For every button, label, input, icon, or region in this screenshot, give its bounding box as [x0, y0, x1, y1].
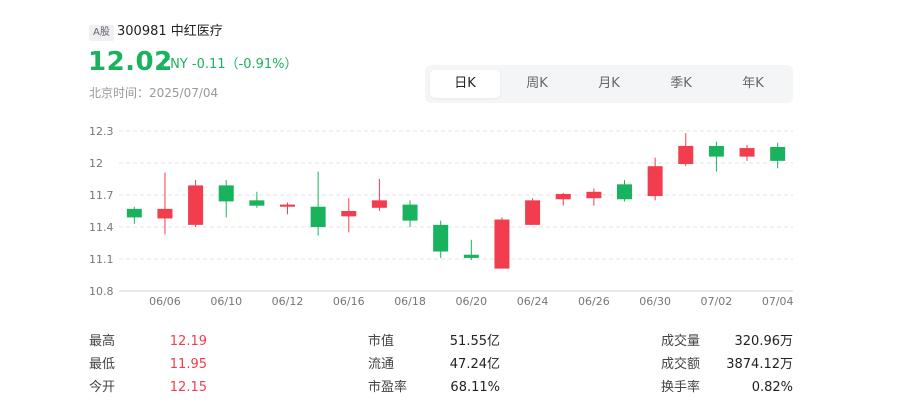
- stat-value: 68.11%: [450, 380, 500, 395]
- stat-volume: 成交量 320.96万: [661, 330, 793, 353]
- stat-value: 3874.12万: [726, 357, 793, 372]
- stat-label: 最低: [89, 357, 116, 372]
- x-tick-label: 06/24: [517, 295, 549, 308]
- stat-value: 0.82%: [751, 380, 793, 395]
- candle-body: [463, 254, 479, 258]
- x-tick-label: 06/06: [149, 295, 181, 308]
- tab-month[interactable]: 月K: [574, 70, 644, 98]
- y-tick-label: 12.3: [89, 125, 114, 138]
- stat-label: 成交额: [661, 357, 701, 372]
- stat-label: 最高: [89, 334, 116, 349]
- stat-turnover-rate: 换手率 0.82%: [661, 376, 793, 399]
- stat-value: 51.55亿: [449, 334, 500, 349]
- stat-label: 流通: [368, 357, 395, 372]
- candle-body: [617, 184, 632, 200]
- stat-value: 12.15: [169, 380, 207, 395]
- x-tick-label: 07/04: [762, 295, 794, 308]
- candle-body: [341, 211, 357, 217]
- stat-high: 最高 12.19: [89, 330, 207, 353]
- tab-day[interactable]: 日K: [430, 70, 500, 98]
- candle-body: [555, 193, 571, 200]
- candle-body: [525, 200, 541, 225]
- candle-body: [249, 200, 265, 206]
- candle-body: [126, 208, 142, 218]
- price-change: CNY -0.11（-0.91%）: [161, 57, 298, 72]
- tab-quarter[interactable]: 季K: [646, 70, 716, 98]
- candle-body: [280, 204, 295, 207]
- market-badge: A股: [89, 25, 114, 41]
- y-tick-label: 11.4: [89, 221, 114, 234]
- period-tabs: 日K 周K 月K 季K 年K: [425, 65, 793, 103]
- stats-col-price: 最高 12.19 最低 11.95 今开 12.15: [89, 330, 207, 399]
- y-tick-label: 12: [89, 157, 103, 170]
- stat-pe: 市盈率 68.11%: [368, 376, 500, 399]
- stock-code-name: 300981 中红医疗: [117, 24, 223, 39]
- x-tick-label: 07/02: [701, 295, 733, 308]
- y-tick-label: 10.8: [89, 285, 114, 298]
- candle-body: [708, 145, 724, 157]
- candle-body: [157, 208, 173, 219]
- x-tick-label: 06/20: [455, 295, 487, 308]
- tab-year[interactable]: 年K: [718, 70, 788, 98]
- stat-turnover: 成交额 3874.12万: [661, 353, 793, 376]
- candlestick-chart: 12.3 12 11.7 11.4 11.1 10.8 06/06 06/10 06/12 06/…: [89, 125, 794, 308]
- x-tick-label: 06/12: [272, 295, 304, 308]
- stat-value: 12.19: [169, 334, 207, 349]
- candle-body: [678, 145, 694, 165]
- stats-col-value: 市值 51.55亿 流通 47.24亿 市盈率 68.11%: [368, 330, 500, 399]
- stat-float: 流通 47.24亿: [368, 353, 500, 376]
- quote-time: 北京时间：2025/07/04: [89, 86, 219, 100]
- x-tick-label: 06/30: [639, 295, 671, 308]
- candle-body: [218, 185, 234, 202]
- stat-market-cap: 市值 51.55亿: [368, 330, 500, 353]
- stat-value: 11.95: [169, 357, 207, 372]
- candle-body: [739, 148, 755, 157]
- candle-body: [494, 219, 510, 269]
- stat-label: 换手率: [661, 380, 701, 395]
- stats-col-volume: 成交量 320.96万 成交额 3874.12万 换手率 0.82%: [661, 330, 793, 399]
- stat-value: 47.24亿: [449, 357, 500, 372]
- x-tick-label: 06/26: [578, 295, 610, 308]
- candle-body: [586, 191, 602, 199]
- x-tick-label: 06/16: [333, 295, 365, 308]
- x-tick-label: 06/18: [394, 295, 426, 308]
- y-tick-label: 11.7: [89, 189, 114, 202]
- candle-body: [188, 185, 204, 225]
- stat-low: 最低 11.95: [89, 353, 207, 376]
- candle-body: [433, 224, 449, 252]
- candle-body: [371, 200, 387, 208]
- x-tick-label: 06/10: [210, 295, 242, 308]
- stat-label: 市盈率: [368, 380, 408, 395]
- stat-label: 市值: [368, 334, 395, 349]
- candle-body: [310, 206, 326, 227]
- stat-label: 今开: [89, 380, 116, 395]
- stat-open: 今开 12.15: [89, 376, 207, 399]
- tab-week[interactable]: 周K: [502, 70, 572, 98]
- y-tick-label: 11.1: [89, 253, 114, 266]
- candle-body: [402, 204, 418, 221]
- candle-body: [770, 147, 786, 161]
- stat-value: 320.96万: [734, 334, 794, 349]
- candle-body: [647, 166, 663, 197]
- stat-label: 成交量: [661, 334, 701, 349]
